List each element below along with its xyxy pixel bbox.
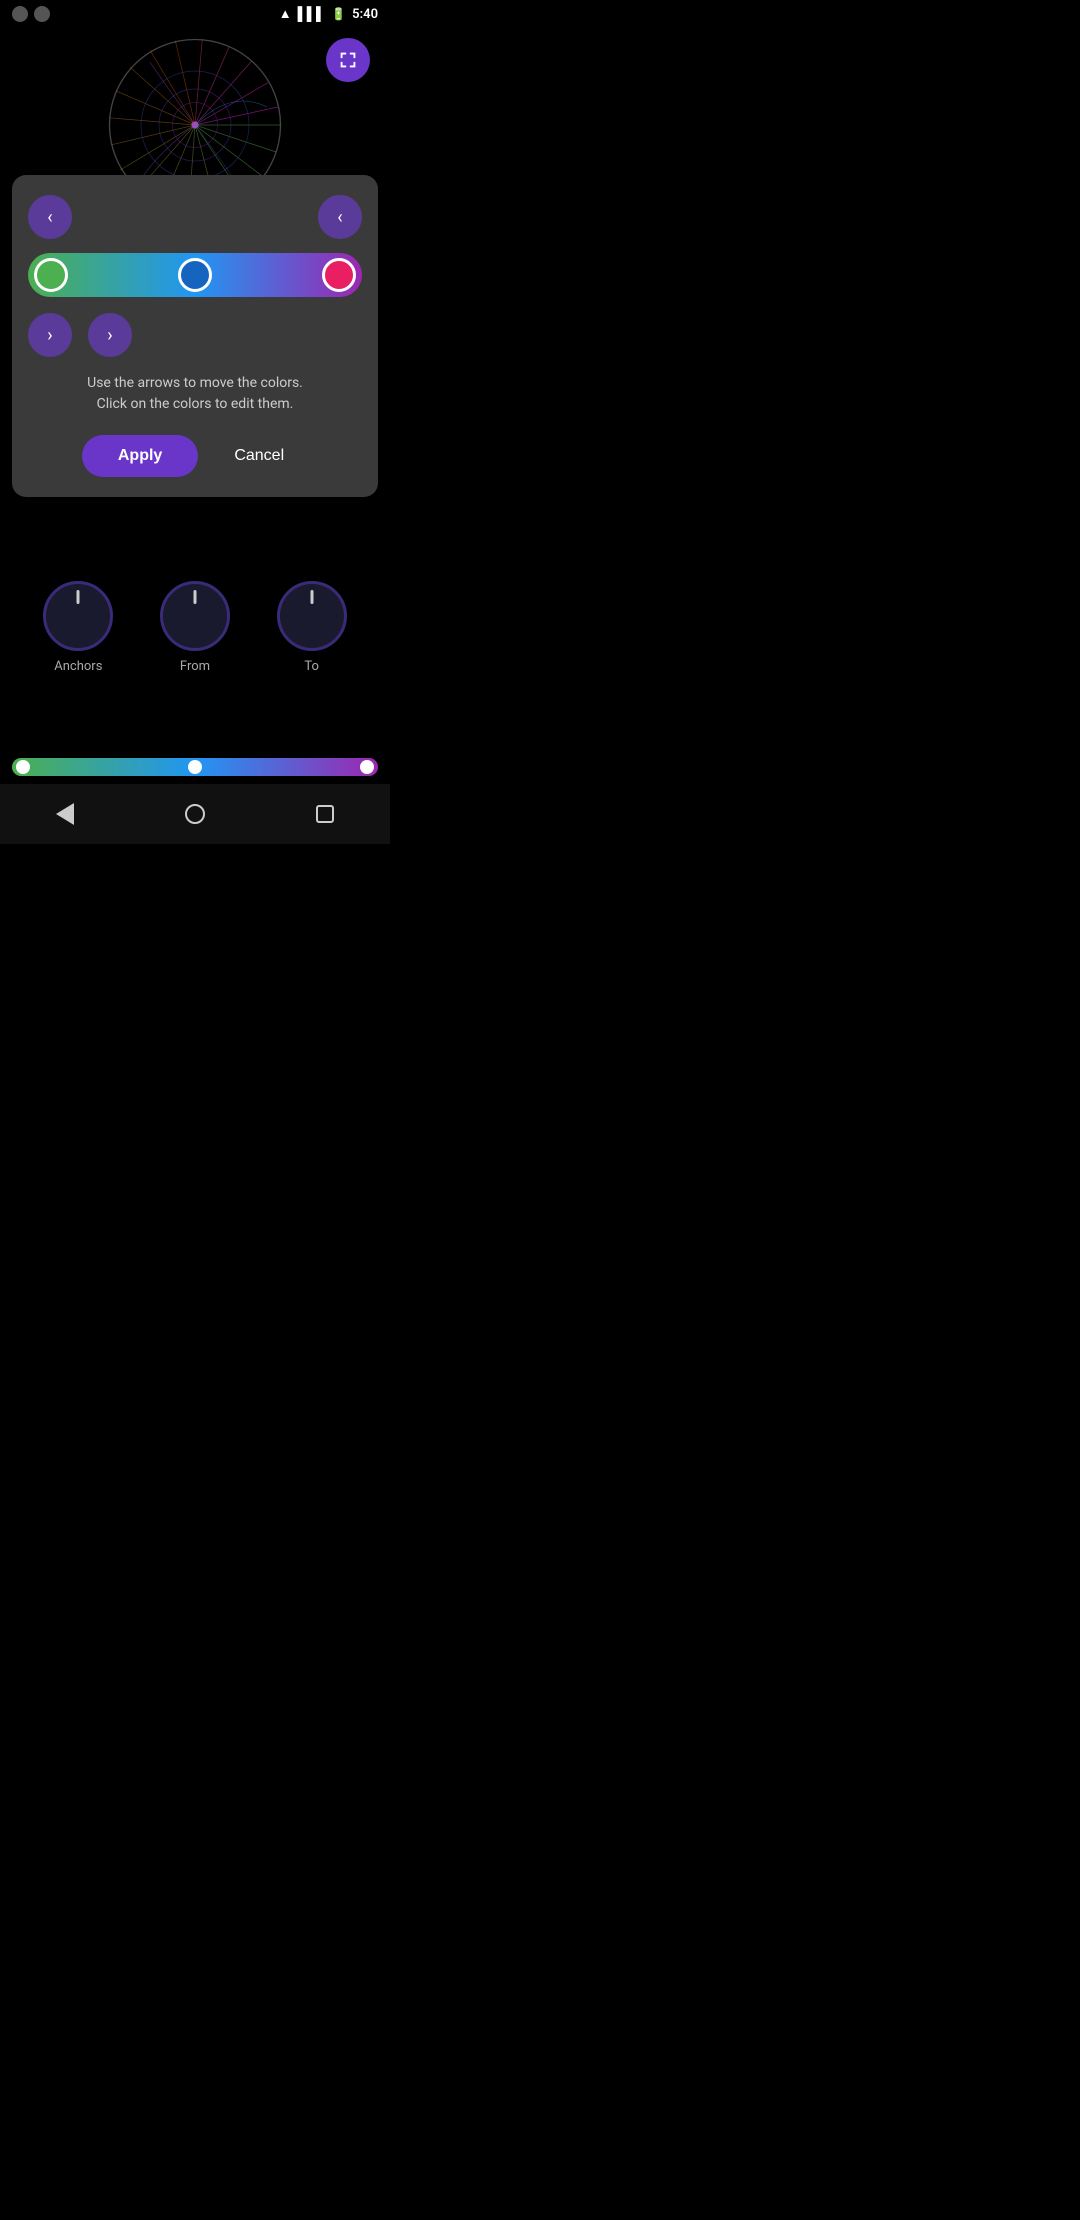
anchors-label: Anchors: [54, 659, 102, 674]
cancel-button[interactable]: Cancel: [210, 435, 308, 477]
forward-arrows-row: › ›: [28, 313, 362, 357]
color-edit-dialog: ‹ ‹ › › Use the arrows to move the color…: [12, 175, 378, 497]
bottom-color-strip[interactable]: [12, 758, 378, 776]
back-arrow-left[interactable]: ‹: [28, 195, 72, 239]
bottom-navigation: [0, 784, 390, 844]
status-bar: ▲ ▌▌▌ 🔋 5:40: [0, 0, 390, 28]
status-left: [12, 6, 50, 22]
wifi-icon: ▲: [279, 6, 292, 22]
action-buttons: Apply Cancel: [28, 435, 362, 477]
instruction-line-2: Click on the colors to edit them.: [28, 394, 362, 415]
strip-thumb-center[interactable]: [188, 760, 202, 774]
signal-icon: ▌▌▌: [298, 6, 326, 22]
status-time: 5:40: [352, 7, 378, 22]
to-knob[interactable]: [277, 581, 347, 651]
clipboard-icon: [34, 6, 50, 22]
fullscreen-button[interactable]: [326, 38, 370, 82]
to-label: To: [304, 659, 319, 674]
instruction-line-1: Use the arrows to move the colors.: [28, 373, 362, 394]
anchors-knob[interactable]: [43, 581, 113, 651]
from-label: From: [180, 659, 210, 674]
color-thumb-pink[interactable]: [322, 258, 356, 292]
strip-thumb-right[interactable]: [360, 760, 374, 774]
knobs-area: Anchors From To: [0, 571, 390, 684]
strip-thumb-left[interactable]: [16, 760, 30, 774]
color-gradient-slider[interactable]: [28, 253, 362, 297]
sim-icon: [12, 6, 28, 22]
back-triangle-icon: [56, 803, 74, 825]
back-arrow-right[interactable]: ‹: [318, 195, 362, 239]
back-nav-button[interactable]: [43, 792, 87, 836]
instructions-text: Use the arrows to move the colors. Click…: [28, 373, 362, 415]
to-knob-item: To: [277, 581, 347, 674]
apply-button[interactable]: Apply: [82, 435, 198, 477]
color-thumb-blue[interactable]: [178, 258, 212, 292]
recents-square-icon: [316, 805, 334, 823]
forward-arrow-left[interactable]: ›: [28, 313, 72, 357]
recents-nav-button[interactable]: [303, 792, 347, 836]
status-right: ▲ ▌▌▌ 🔋 5:40: [279, 6, 378, 22]
battery-icon: 🔋: [331, 7, 346, 21]
home-circle-icon: [185, 804, 205, 824]
from-knob[interactable]: [160, 581, 230, 651]
color-thumb-green[interactable]: [34, 258, 68, 292]
back-arrows-row: ‹ ‹: [28, 195, 362, 239]
home-nav-button[interactable]: [173, 792, 217, 836]
anchors-knob-item: Anchors: [43, 581, 113, 674]
from-knob-item: From: [160, 581, 230, 674]
forward-arrow-center[interactable]: ›: [88, 313, 132, 357]
